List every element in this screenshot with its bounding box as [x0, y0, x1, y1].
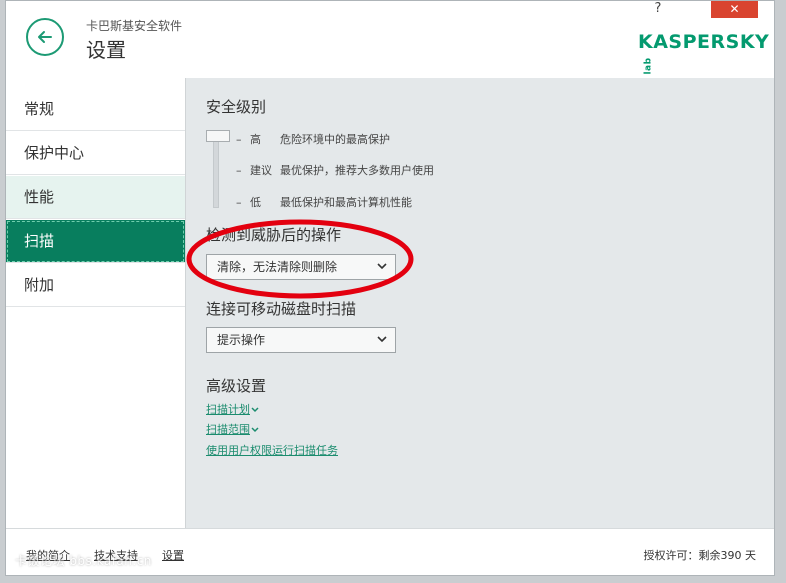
main-panel: 安全级别 – 高危险环境中的最高保护 – 建议 最优保护，推荐大多数用户使用 – 低最低…: [185, 78, 774, 528]
chevron-down-icon: [251, 427, 259, 433]
chevron-down-icon: [377, 336, 387, 343]
security-level-slider-thumb[interactable]: [206, 130, 230, 142]
removable-scan-dropdown[interactable]: 提示操作: [206, 327, 396, 353]
back-button[interactable]: [26, 18, 64, 56]
removable-scan-value: 提示操作: [217, 333, 266, 347]
scan-schedule-link[interactable]: 扫描计划: [206, 401, 259, 417]
level-low-name: 低: [250, 196, 261, 209]
sidebar-item-general[interactable]: 常规: [6, 88, 185, 131]
logo-text: KASPERSKY: [638, 31, 770, 53]
advanced-settings-title: 高级设置: [206, 377, 267, 395]
kaspersky-logo: KASPERSKY lab: [638, 31, 774, 75]
license-status: 授权许可：剩余390 天: [643, 549, 757, 562]
scan-scope-link[interactable]: 扫描范围: [206, 421, 259, 437]
security-level-slider-track[interactable]: [213, 132, 219, 208]
level-recommended: – 建议 最优保护，推荐大多数用户使用: [236, 164, 434, 177]
arrow-left-icon: [38, 31, 52, 43]
sidebar: 常规 保护中心 性能 扫描 附加: [6, 78, 185, 528]
footer-link-settings[interactable]: 设置: [162, 547, 184, 563]
level-low-desc: 最低保护和最高计算机性能: [280, 196, 412, 209]
logo-suffix: lab: [643, 57, 654, 75]
removable-scan-title: 连接可移动磁盘时扫描: [206, 300, 357, 318]
help-button[interactable]: ?: [646, 1, 670, 17]
sidebar-item-additional[interactable]: 附加: [6, 264, 185, 307]
page-title: 设置: [86, 38, 126, 62]
level-low: – 低最低保护和最高计算机性能: [236, 196, 412, 209]
sidebar-item-scan[interactable]: 扫描: [6, 220, 185, 263]
settings-window: 卡巴斯基安全软件 设置 ? ✕ KASPERSKY lab 常规 保护中心 性能 …: [5, 0, 775, 576]
level-high: – 高危险环境中的最高保护: [236, 133, 390, 146]
level-recommended-name: 建议: [250, 164, 272, 177]
close-button[interactable]: ✕: [711, 1, 758, 18]
chevron-down-icon: [377, 263, 387, 270]
sidebar-item-protection-center[interactable]: 保护中心: [6, 132, 185, 175]
run-as-user-link[interactable]: 使用用户权限运行扫描任务: [206, 442, 338, 458]
watermark: 卡饭论坛 bbs.kafan.cn: [15, 554, 152, 568]
level-recommended-desc: 最优保护，推荐大多数用户使用: [280, 164, 434, 177]
security-level-title: 安全级别: [206, 98, 267, 116]
app-name: 卡巴斯基安全软件: [86, 19, 183, 33]
sidebar-item-performance[interactable]: 性能: [6, 176, 185, 219]
chevron-down-icon: [251, 407, 259, 413]
level-high-desc: 危险环境中的最高保护: [280, 133, 390, 146]
level-high-name: 高: [250, 133, 261, 146]
threat-action-title: 检测到威胁后的操作: [206, 226, 342, 244]
threat-action-dropdown[interactable]: 清除，无法清除则删除: [206, 254, 396, 280]
threat-action-value: 清除，无法清除则删除: [217, 260, 338, 274]
header: 卡巴斯基安全软件 设置 ? ✕ KASPERSKY lab: [6, 1, 774, 79]
